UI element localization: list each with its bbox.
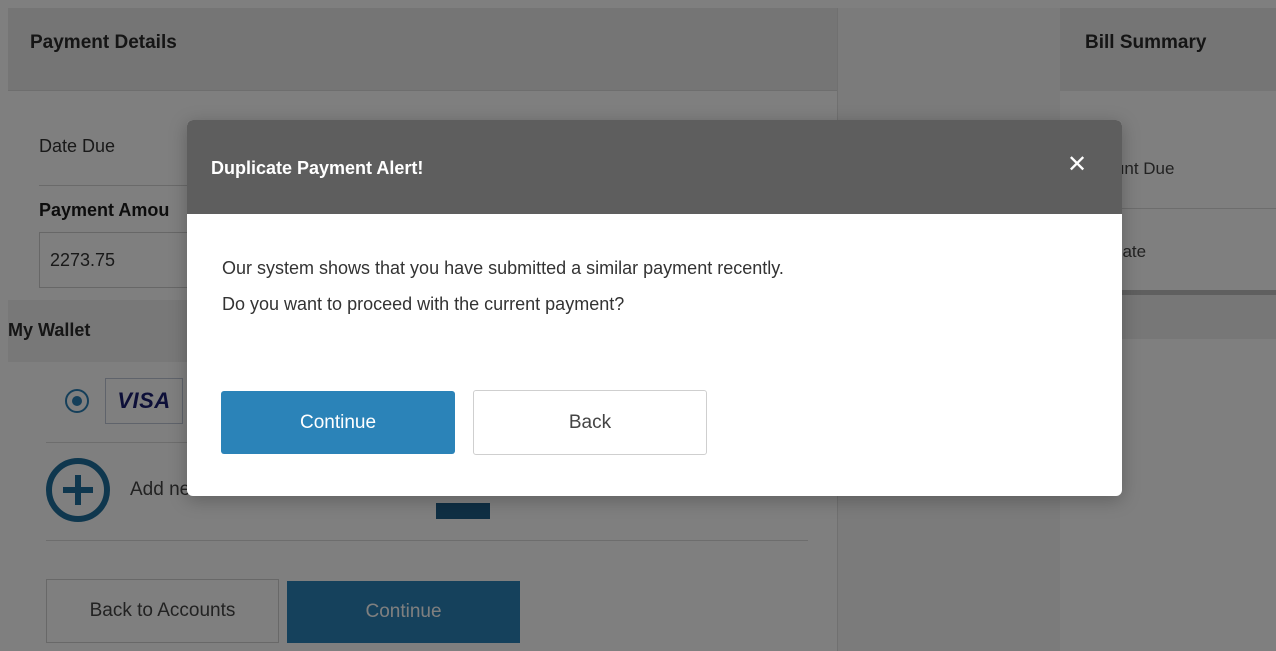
duplicate-payment-modal: Duplicate Payment Alert! ✕ Our system sh… [187, 120, 1122, 496]
modal-continue-button[interactable]: Continue [221, 391, 455, 454]
modal-title: Duplicate Payment Alert! [211, 158, 424, 178]
modal-header: Duplicate Payment Alert! ✕ [187, 120, 1122, 214]
modal-message-line-1: Our system shows that you have submitted… [222, 258, 784, 278]
close-icon[interactable]: ✕ [1063, 150, 1091, 178]
page: Payment Details Date Due Payment Amou 22… [0, 0, 1276, 651]
modal-message-line-2: Do you want to proceed with the current … [222, 294, 625, 314]
modal-back-button[interactable]: Back [473, 390, 707, 455]
